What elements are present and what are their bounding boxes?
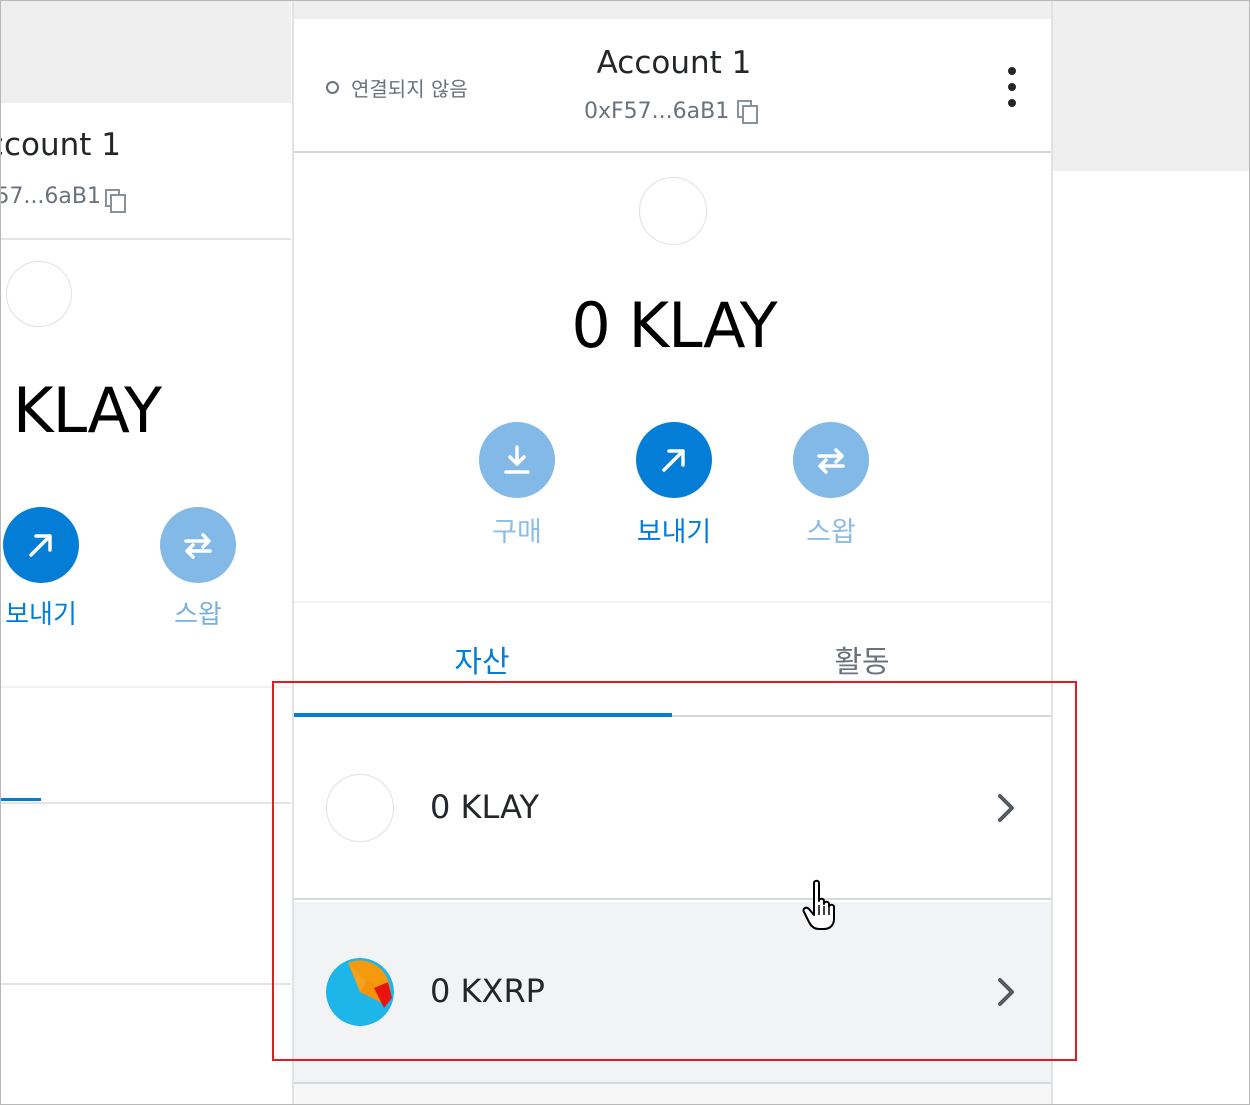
divider [1, 983, 291, 985]
asset-row-kxrp[interactable]: 0 KXRP [294, 902, 1051, 1084]
asset-row-klay[interactable]: 0 KLAY [294, 718, 1051, 900]
account-options-menu-icon[interactable] [1000, 67, 1024, 107]
asset-balance: 0 KXRP [430, 972, 545, 1010]
download-icon [504, 445, 530, 474]
background-account-name: ccount 1 [1, 127, 121, 163]
background-copy-icon [105, 189, 126, 213]
copy-icon [737, 99, 759, 124]
balance-display: 0 KLAY [571, 289, 777, 362]
empty-token-icon [326, 774, 394, 842]
buy-button[interactable] [479, 422, 555, 498]
tab-assets[interactable]: 자산 [382, 637, 582, 681]
buy-label[interactable]: 구매 [457, 510, 577, 549]
screenshot-frame: ccount 1 57...6aB1 KLAY 보내기 스왑 연결되지 않음 [0, 0, 1250, 1105]
account-address-copy[interactable]: 0xF57...6aB1 [584, 99, 759, 124]
bottom-strip [294, 1084, 1051, 1104]
hand-cursor-icon [802, 879, 835, 930]
chevron-right-icon [998, 794, 1014, 822]
status-dot-icon [326, 81, 339, 94]
background-send-button [3, 507, 79, 583]
menu-dot [1008, 83, 1016, 91]
divider [1, 238, 291, 240]
background-area [1053, 1, 1249, 171]
chevron-right-icon [998, 978, 1014, 1006]
account-name[interactable]: Account 1 [544, 45, 804, 81]
divider [1, 686, 291, 688]
menu-dot [1008, 67, 1016, 75]
account-header: 연결되지 않음 Account 1 0xF57...6aB1 [294, 19, 1051, 153]
menu-dot [1008, 99, 1016, 107]
tab-activity[interactable]: 활동 [762, 637, 962, 681]
arrow-up-right-icon [662, 449, 685, 472]
background-swap-button [160, 507, 236, 583]
account-address: 0xF57...6aB1 [584, 99, 730, 124]
background-wallet-panel: ccount 1 57...6aB1 KLAY 보내기 스왑 [1, 1, 291, 1104]
background-tab-indicator [1, 798, 41, 801]
connection-status-label: 연결되지 않음 [351, 77, 468, 101]
kxrp-token-icon [326, 958, 394, 1026]
connection-status[interactable]: 연결되지 않음 [326, 73, 468, 102]
background-topbar [1, 1, 291, 103]
background-swap-label: 스왑 [174, 600, 222, 630]
swap-label[interactable]: 스왑 [771, 510, 891, 549]
background-send-label: 보내기 [5, 600, 77, 630]
asset-balance: 0 KLAY [430, 788, 540, 826]
swap-button[interactable] [793, 422, 869, 498]
top-strip [294, 1, 1051, 19]
send-label[interactable]: 보내기 [614, 510, 734, 549]
swap-arrows-icon [817, 448, 845, 474]
active-tab-indicator [294, 713, 672, 717]
divider [294, 601, 1051, 603]
swap-arrows-icon [184, 533, 212, 559]
arrow-up-right-icon [29, 534, 52, 557]
wallet-panel: 연결되지 않음 Account 1 0xF57...6aB1 0 KLAY 구매… [292, 1, 1053, 1104]
token-avatar [639, 177, 707, 245]
background-balance: KLAY [12, 374, 162, 447]
divider [1, 802, 291, 804]
send-button[interactable] [636, 422, 712, 498]
background-account-address: 57...6aB1 [1, 184, 101, 209]
background-avatar [6, 261, 72, 327]
